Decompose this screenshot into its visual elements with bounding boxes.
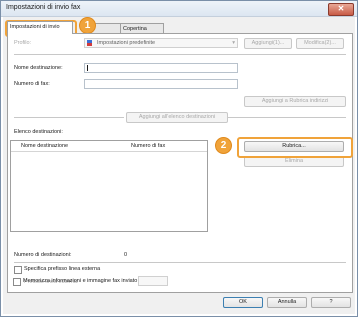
dialog-window: Impostazioni di invio fax ✕ Impostazioni… xyxy=(0,0,358,317)
cancel-button[interactable]: Annulla xyxy=(267,297,307,308)
profile-value: Impostazioni predefinite xyxy=(97,40,156,46)
add-to-addressbook-button[interactable]: Aggiungi a Rubrica indirizzi xyxy=(244,96,346,107)
add-to-list-button[interactable]: Aggiungi all'elenco destinazioni xyxy=(126,112,228,123)
destination-list-label: Elenco destinazioni: xyxy=(14,129,63,135)
edit-profile-button[interactable]: Modifica(2)... xyxy=(296,38,344,49)
add-profile-button[interactable]: Aggiungi(1)... xyxy=(244,38,292,49)
highlight-addressbook xyxy=(237,137,353,158)
destination-name-label: Nome destinazione: xyxy=(14,65,63,71)
column-fax: Numero di fax xyxy=(131,143,166,149)
text-cursor xyxy=(87,65,88,71)
help-button[interactable]: ? xyxy=(311,297,351,308)
window-title: Impostazioni di invio fax xyxy=(6,4,81,11)
prefix-field[interactable] xyxy=(138,276,168,286)
title-bar: Impostazioni di invio fax ✕ xyxy=(1,1,357,17)
column-name: Nome destinazione xyxy=(21,143,69,149)
chevron-down-icon: ▾ xyxy=(232,40,235,46)
close-button[interactable]: ✕ xyxy=(328,3,354,16)
divider-bottom xyxy=(14,262,346,263)
destination-list[interactable]: Nome destinazione Numero di fax xyxy=(10,140,208,232)
divider-right xyxy=(228,117,346,118)
destination-list-header: Nome destinazione Numero di fax xyxy=(11,141,207,152)
fax-number-field[interactable] xyxy=(84,79,238,89)
destination-count-label: Numero di destinazioni: xyxy=(14,252,72,258)
external-line-label: Specifica prefisso linea esterna xyxy=(24,266,101,272)
dialog-body: Impostazioni di invio brica Copertina 1 … xyxy=(3,17,355,314)
ok-button[interactable]: OK xyxy=(223,297,263,308)
fax-profile-icon xyxy=(87,40,92,46)
tab-impostazioni-di-invio[interactable]: Impostazioni di invio xyxy=(7,21,73,34)
step-badge-1: 1 xyxy=(79,17,96,34)
profile-select[interactable]: Impostazioni predefinite ▾ xyxy=(84,38,238,48)
profile-label: Profilo: xyxy=(14,40,32,46)
fax-number-label: Numero di fax: xyxy=(14,81,50,87)
store-info-checkbox[interactable] xyxy=(13,278,21,286)
divider xyxy=(14,54,346,55)
divider-left xyxy=(14,117,124,118)
destination-name-field[interactable] xyxy=(84,63,238,73)
destination-count-value: 0 xyxy=(124,252,128,258)
store-info-label: Memorizza informazioni e immagine fax in… xyxy=(23,278,138,284)
step-badge-2: 2 xyxy=(215,137,232,154)
external-line-checkbox[interactable] xyxy=(14,266,22,274)
